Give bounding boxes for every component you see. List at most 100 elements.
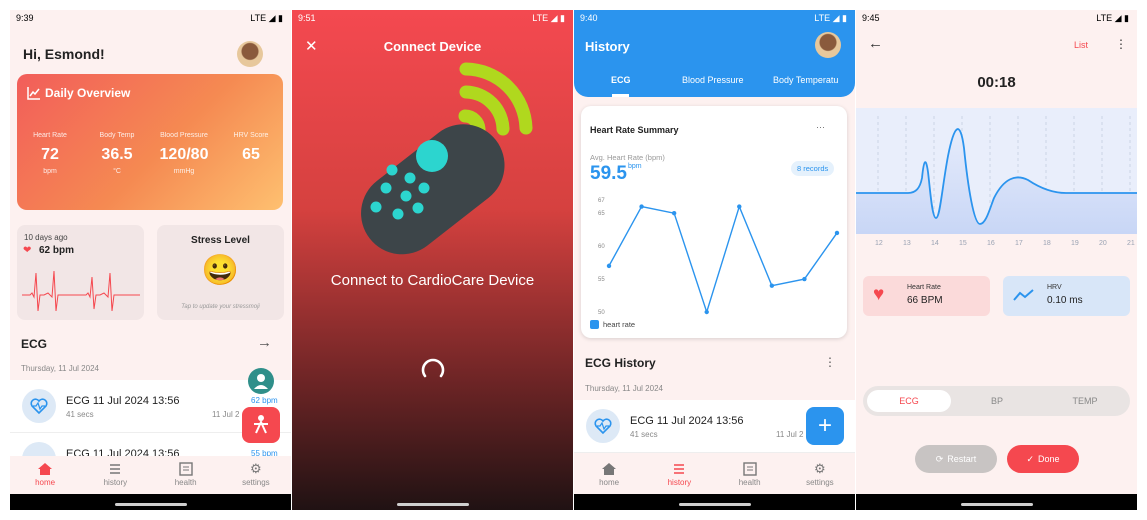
metric-blood-pressure: Blood Pressure 120/80 mmHg xyxy=(151,132,217,175)
plus-icon: + xyxy=(817,412,832,439)
connect-message: Connect to CardioCare Device xyxy=(330,272,535,289)
daily-overview-card[interactable]: Daily Overview Heart Rate 72 bpm Body Te… xyxy=(17,74,283,210)
nav-health-label: health xyxy=(738,478,761,487)
segment-bp[interactable]: BP xyxy=(955,390,1039,412)
remote-signal-icon xyxy=(361,62,533,255)
metric-value: 72 xyxy=(41,146,59,163)
home-gesture-pill[interactable] xyxy=(114,503,187,506)
nav-health[interactable]: health xyxy=(151,456,221,494)
chart-line-icon xyxy=(27,87,40,100)
nav-settings-label: settings xyxy=(806,478,834,487)
done-label: Done xyxy=(1038,454,1060,464)
metric-unit: mmHg xyxy=(173,168,195,175)
nav-home[interactable]: home xyxy=(10,456,80,494)
heart-rate-card[interactable]: 10 days ago ❤ 62 bpm xyxy=(17,225,144,320)
emergency-fab[interactable] xyxy=(242,407,280,443)
status-bar: 9:40 LTE ◢ ▮ xyxy=(574,10,855,28)
home-icon xyxy=(38,463,53,475)
heart-icon: ♥ xyxy=(873,284,885,305)
bottom-nav: home history health ⚙ settings xyxy=(10,456,291,494)
heart-rate-chart: 67 65 60 55 50 xyxy=(598,198,840,316)
list-icon xyxy=(674,464,685,474)
done-button[interactable]: ✓ Done xyxy=(1007,445,1079,473)
nav-history[interactable]: history xyxy=(644,456,714,494)
data-point xyxy=(704,309,709,315)
metric-value: 36.5 xyxy=(101,146,133,163)
x-tick: 12 xyxy=(875,240,883,247)
restart-icon: ⟳ xyxy=(935,454,944,464)
avatar[interactable] xyxy=(237,41,263,67)
add-button[interactable]: + xyxy=(806,407,844,445)
x-tick: 18 xyxy=(1043,240,1051,247)
nav-settings[interactable]: ⚙ settings xyxy=(221,456,291,494)
arrow-right-icon[interactable]: → xyxy=(257,334,272,351)
metric-value: 120/80 xyxy=(159,146,209,163)
data-point xyxy=(606,263,612,269)
data-point xyxy=(737,204,742,209)
metric-label: Heart Rate xyxy=(33,132,67,139)
gear-icon: ⚙ xyxy=(250,461,262,476)
x-tick: 19 xyxy=(1071,240,1079,247)
x-tick: 14 xyxy=(931,240,939,247)
ecg-recording-screen: 9:45 LTE ◢ ▮ ← List ⋮ 00:18 12 13 14 15 … xyxy=(856,10,1137,510)
hrv-value: 0.10 ms xyxy=(1047,295,1083,306)
history-screen: 9:40 LTE ◢ ▮ History ECG Blood Pressure … xyxy=(574,10,855,510)
hr-card-bpm: 62 bpm xyxy=(39,245,75,256)
trend-icon xyxy=(1013,289,1034,301)
tab-body-temperature[interactable]: Body Temperatu xyxy=(773,75,838,85)
ecg-item-date: 11 Jul 2 xyxy=(212,410,240,419)
nav-home[interactable]: home xyxy=(574,456,644,494)
system-nav-bar xyxy=(292,494,573,510)
back-arrow-icon[interactable]: ← xyxy=(868,35,883,52)
data-point xyxy=(769,283,775,288)
nav-history[interactable]: history xyxy=(80,456,150,494)
system-nav-bar xyxy=(856,494,1137,510)
health-icon xyxy=(178,462,193,476)
home-screen: 9:39 LTE ◢ ▮ Hi, Esmond! Daily Overview … xyxy=(10,10,291,510)
ecg-waveform: 12 13 14 15 16 17 18 19 20 21 xyxy=(856,108,1137,247)
bottom-nav: home history health ⚙ settings xyxy=(574,456,855,494)
hr-card-ago: 10 days ago xyxy=(24,233,68,242)
tab-ecg[interactable]: ECG xyxy=(611,75,631,85)
nav-health[interactable]: health xyxy=(715,456,785,494)
segment-ecg[interactable]: ECG xyxy=(867,390,951,412)
restart-button[interactable]: ⟳ Restart xyxy=(915,445,997,473)
legend-swatch xyxy=(590,320,599,329)
list-link[interactable]: List xyxy=(1074,40,1088,50)
home-icon xyxy=(602,463,617,475)
gear-icon: ⚙ xyxy=(814,461,826,476)
ecg-history-date: Thursday, 11 Jul 2024 xyxy=(585,384,663,393)
ecg-item-title: ECG 11 Jul 2024 13:56 xyxy=(630,415,744,427)
doctor-fab[interactable] xyxy=(248,368,274,394)
ecg-history-title: ECG History xyxy=(585,356,656,370)
more-icon[interactable]: ··· xyxy=(816,122,825,132)
home-gesture-pill[interactable] xyxy=(396,503,469,506)
nav-history-label: history xyxy=(667,478,692,487)
home-gesture-pill[interactable] xyxy=(678,503,751,506)
stress-level-card[interactable]: Stress Level 😀 Tap to update your stress… xyxy=(157,225,284,320)
home-gesture-pill[interactable] xyxy=(960,503,1033,506)
x-tick: 15 xyxy=(959,240,967,247)
nav-settings[interactable]: ⚙ settings xyxy=(785,456,855,494)
status-network: LTE ◢ ▮ xyxy=(814,13,847,23)
x-tick: 20 xyxy=(1099,240,1107,247)
recording-timer: 00:18 xyxy=(977,74,1016,91)
segment-temp[interactable]: TEMP xyxy=(1043,390,1127,412)
more-vertical-icon[interactable]: ⋮ xyxy=(1115,37,1127,51)
metric-unit: °C xyxy=(113,168,121,175)
avg-value: 59.5 xyxy=(590,163,627,184)
x-tick: 21 xyxy=(1127,240,1135,247)
y-tick-label: 65 xyxy=(598,211,605,217)
metric-label: HRV Score xyxy=(233,132,269,139)
data-point xyxy=(671,210,677,216)
health-icon xyxy=(742,462,757,476)
heart-rate-card: ♥ Heart Rate 66 BPM xyxy=(863,276,990,316)
tab-blood-pressure[interactable]: Blood Pressure xyxy=(682,75,744,85)
hrv-label: HRV xyxy=(1047,284,1062,291)
loading-spinner-icon xyxy=(421,358,445,378)
avatar[interactable] xyxy=(815,32,841,58)
more-vertical-icon[interactable]: ⋮ xyxy=(824,355,836,369)
page-title: History xyxy=(585,39,630,54)
y-tick-label: 55 xyxy=(598,277,605,283)
metric-heart-rate: Heart Rate 72 bpm xyxy=(17,132,83,175)
